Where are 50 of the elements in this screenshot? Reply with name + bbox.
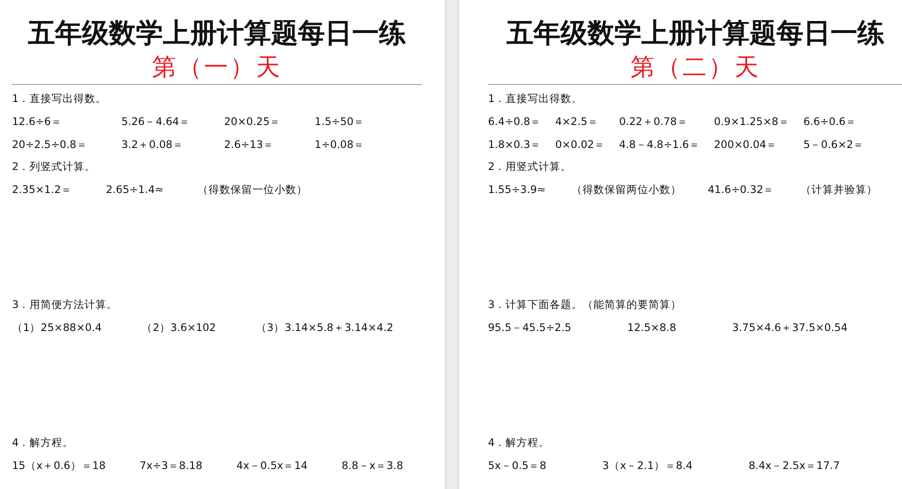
- exercise-text: 6.4÷0.8＝: [488, 115, 542, 130]
- exercise-text: 6.6÷0.6＝: [803, 115, 858, 130]
- exercise-text: （1）25×88×0.4: [12, 321, 102, 336]
- exercise-text: 8.4x－2.5x＝17.7: [748, 459, 840, 474]
- exercise-text: 12.6÷6＝: [12, 115, 63, 130]
- exercise-text: 1÷0.08＝: [314, 138, 365, 153]
- exercise-text: 8.8－x＝3.8: [342, 459, 404, 474]
- section-heading: 1．直接写出得数。: [12, 92, 108, 107]
- exercise-text: 12.5×8.8: [627, 321, 676, 336]
- exercise-text: 15（x＋0.6）＝18: [12, 459, 106, 474]
- exercise-text: （得数保留一位小数）: [198, 183, 308, 198]
- exercise-text: 5－0.6×2＝: [803, 138, 864, 153]
- exercise-text: 2.65÷1.4≈: [106, 183, 164, 198]
- section-heading: 2．用竖式计算。: [488, 160, 573, 175]
- section-heading: 3．用简便方法计算。: [12, 298, 119, 313]
- exercise-text: 2.6÷13＝: [224, 138, 275, 153]
- exercise-text: 1.5÷50＝: [314, 115, 365, 130]
- section-heading: 4．解方程。: [12, 436, 75, 451]
- day-subtitle: 第（二）天: [630, 52, 762, 82]
- exercise-text: 4×2.5＝: [555, 115, 600, 130]
- exercise-text: 7x÷3＝8.18: [140, 459, 202, 474]
- exercise-text: 3.75×4.6＋37.5×0.54: [732, 321, 848, 336]
- exercise-text: 4.8－4.8÷1.6＝: [619, 138, 700, 153]
- section-heading: 2．列竖式计算。: [12, 160, 97, 175]
- day-subtitle: 第（一）天: [151, 52, 283, 82]
- section-heading: 1．直接写出得数。: [488, 92, 584, 107]
- exercise-text: 200×0.04＝: [714, 138, 778, 153]
- exercise-text: 1.55÷3.9≈: [488, 183, 546, 198]
- page-title: 五年级数学上册计算题每日一练: [506, 17, 886, 51]
- exercise-text: 0.22＋0.78＝: [619, 115, 689, 130]
- exercise-text: 20×0.25＝: [224, 115, 281, 130]
- exercise-text: 0.9×1.25×8＝: [714, 115, 790, 130]
- exercise-text: （得数保留两位小数）: [572, 183, 682, 198]
- section-heading: 4．解方程。: [488, 436, 551, 451]
- exercise-text: 5x－0.5＝8: [488, 459, 546, 474]
- section-heading: 3．计算下面各题。（能简算的要简算）: [488, 298, 683, 313]
- exercise-text: 3.2＋0.08＝: [121, 138, 184, 153]
- exercise-text: （3）3.14×5.8＋3.14×4.2: [256, 321, 394, 336]
- exercise-text: 0×0.02＝: [555, 138, 606, 153]
- exercise-text: 20÷2.5÷0.8＝: [12, 138, 88, 153]
- exercise-text: 5.26－4.64＝: [121, 115, 190, 130]
- exercise-text: （计算并验算）: [800, 183, 878, 198]
- exercise-text: 2.35×1.2＝: [12, 183, 72, 198]
- page-title: 五年级数学上册计算题每日一练: [27, 17, 407, 51]
- exercise-text: 95.5－45.5÷2.5: [488, 321, 572, 336]
- exercise-text: （2）3.6×102: [142, 321, 216, 336]
- exercise-text: 41.6÷0.32＝: [708, 183, 774, 198]
- exercise-text: 3（x－2.1）＝8.4: [602, 459, 693, 474]
- exercise-text: 4x－0.5x＝14: [236, 459, 308, 474]
- exercise-text: 1.8×0.3＝: [488, 138, 542, 153]
